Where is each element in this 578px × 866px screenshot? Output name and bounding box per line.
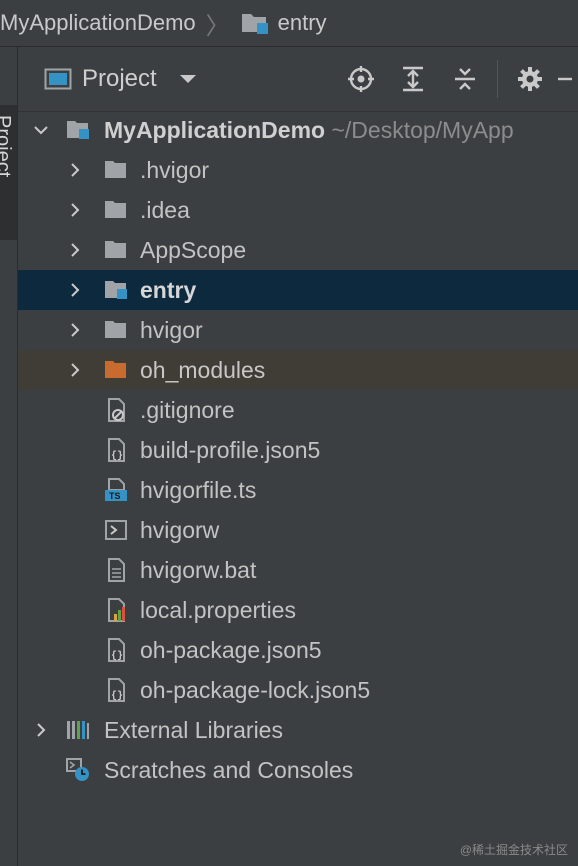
chevron-right-icon	[37, 723, 46, 737]
tree-item-label: .hvigor	[140, 157, 210, 183]
tree-item-entry[interactable]: entry	[18, 270, 578, 310]
tree-item-hvigorw-bat[interactable]: hvigorw.bat	[18, 550, 578, 590]
typescript-file-icon: TS	[105, 478, 127, 501]
tree-item-oh-modules[interactable]: oh_modules	[18, 350, 578, 390]
tree-item-label: hvigor	[140, 317, 203, 343]
folder-icon	[105, 201, 126, 218]
tree-item-label: entry	[140, 277, 197, 303]
chevron-right-icon	[71, 163, 80, 177]
tree-item-build-profile[interactable]: {} build-profile.json5	[18, 430, 578, 470]
tree-item-label: oh-package-lock.json5	[140, 677, 371, 703]
breadcrumb: MyApplicationDemo 〉 entry	[0, 0, 578, 47]
json-file-icon: {}	[108, 638, 125, 662]
project-name: MyApplicationDemo	[104, 117, 326, 143]
svg-text:TS: TS	[109, 491, 121, 501]
svg-text:{}: {}	[111, 690, 123, 702]
json-file-icon: {}	[108, 678, 125, 702]
gear-icon	[518, 67, 542, 91]
chevron-down-icon	[179, 75, 196, 83]
project-path: ~/Desktop/MyApp	[331, 117, 514, 143]
hide-button[interactable]	[556, 47, 578, 111]
tree-item-appscope[interactable]: AppScope	[18, 230, 578, 270]
hide-icon	[558, 77, 572, 81]
tree-item-label: build-profile.json5	[140, 437, 321, 463]
tree-item-hvigorfile[interactable]: TS hvigorfile.ts	[18, 470, 578, 510]
text-file-icon	[108, 558, 125, 582]
ignore-file-icon	[108, 398, 125, 422]
chevron-right-icon	[71, 363, 80, 377]
project-toolbar: Project	[18, 47, 578, 112]
project-view-selector[interactable]: Project	[44, 65, 197, 93]
locate-icon	[348, 66, 374, 92]
breadcrumb-item-project[interactable]: MyApplicationDemo	[0, 10, 196, 36]
tree-item-label: .idea	[140, 197, 190, 223]
scratches-icon	[66, 758, 89, 781]
breadcrumb-entry-label: entry	[277, 10, 327, 35]
folder-icon	[105, 161, 126, 178]
project-view-icon	[44, 68, 72, 90]
project-view-label: Project	[82, 65, 157, 92]
project-tool-tab[interactable]: Project	[0, 105, 17, 240]
properties-file-icon	[108, 598, 125, 622]
module-folder-icon	[105, 281, 127, 299]
tree-item-label: .gitignore	[140, 397, 235, 423]
excluded-folder-icon	[105, 361, 126, 378]
chevron-down-icon	[34, 126, 48, 135]
tree-item-label: hvigorw	[140, 517, 220, 543]
tree-external-libraries-label: External Libraries	[104, 717, 283, 743]
tree-item-oh-package[interactable]: {} oh-package.json5	[18, 630, 578, 670]
tree-root-label: MyApplicationDemo ~/Desktop/MyApp	[104, 117, 514, 144]
tree-item-hvigor-dot[interactable]: .hvigor	[18, 150, 578, 190]
tree-item-hvigor[interactable]: hvigor	[18, 310, 578, 350]
breadcrumb-project-label: MyApplicationDemo	[0, 10, 196, 35]
tree-item-label: hvigorfile.ts	[140, 477, 257, 503]
tree-item-label: oh-package.json5	[140, 637, 322, 663]
tree-item-idea[interactable]: .idea	[18, 190, 578, 230]
tree-scratches-consoles[interactable]: Scratches and Consoles	[18, 750, 578, 790]
breadcrumb-separator: 〉	[205, 12, 230, 40]
chevron-right-icon	[71, 203, 80, 217]
settings-button[interactable]	[504, 47, 556, 111]
tree-item-local-properties[interactable]: local.properties	[18, 590, 578, 630]
tree-item-oh-package-lock[interactable]: {} oh-package-lock.json5	[18, 670, 578, 710]
tree-item-label: hvigorw.bat	[140, 557, 257, 583]
watermark: @稀土掘金技术社区	[459, 843, 568, 857]
expand-all-icon	[403, 66, 423, 92]
module-folder-icon	[67, 121, 89, 139]
svg-text:{}: {}	[111, 450, 123, 462]
tree-external-libraries[interactable]: External Libraries	[18, 710, 578, 750]
tree-item-label: local.properties	[140, 597, 296, 623]
tree-item-label: AppScope	[140, 237, 247, 263]
locate-button[interactable]	[335, 47, 387, 111]
tree-scratches-label: Scratches and Consoles	[104, 757, 354, 783]
left-tool-stripe: Project	[0, 47, 18, 866]
library-icon	[67, 721, 89, 739]
shell-file-icon	[105, 520, 127, 540]
project-tree: MyApplicationDemo ~/Desktop/MyApp .hvigo…	[18, 110, 578, 790]
folder-icon	[105, 321, 126, 338]
chevron-right-icon	[71, 323, 80, 337]
collapse-all-icon	[455, 68, 475, 90]
collapse-all-button[interactable]	[439, 47, 491, 111]
tree-item-hvigorw[interactable]: hvigorw	[18, 510, 578, 550]
expand-all-button[interactable]	[387, 47, 439, 111]
chevron-right-icon	[71, 243, 80, 257]
toolbar-divider	[497, 60, 498, 98]
tree-item-label: oh_modules	[140, 357, 266, 383]
folder-icon	[105, 241, 126, 258]
svg-text:{}: {}	[111, 650, 123, 662]
breadcrumb-item-entry[interactable]: entry	[240, 10, 327, 36]
tree-root-row[interactable]: MyApplicationDemo ~/Desktop/MyApp	[18, 110, 578, 150]
module-folder-icon	[241, 14, 268, 34]
tree-item-gitignore[interactable]: .gitignore	[18, 390, 578, 430]
chevron-right-icon	[71, 283, 80, 297]
json-file-icon: {}	[108, 438, 125, 462]
project-tool-tab-label: Project	[0, 115, 14, 178]
